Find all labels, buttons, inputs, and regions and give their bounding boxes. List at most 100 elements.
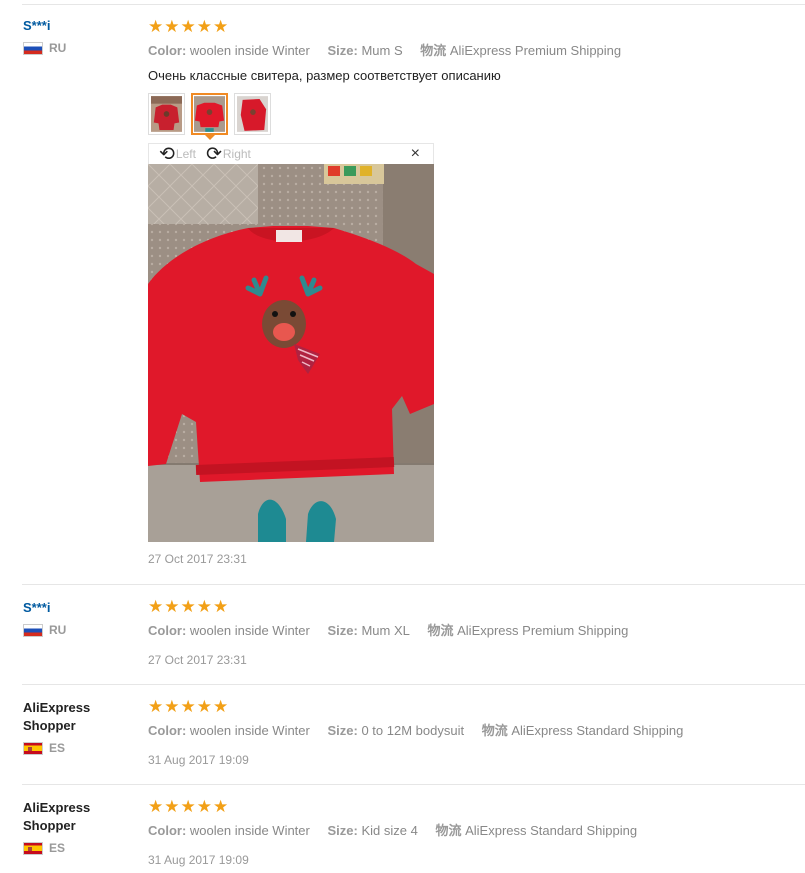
review-timestamp: 27 Oct 2017 23:31 [148, 552, 247, 566]
rotate-right-button[interactable]: ⟳ Right [206, 145, 251, 164]
active-indicator-icon [203, 134, 216, 140]
star-rating: ★ ★ ★ ★ ★ [148, 798, 798, 815]
color-value: woolen inside Winter [189, 723, 310, 738]
size-label: Size: [327, 43, 358, 58]
photo-thumbnail-active[interactable] [191, 93, 228, 140]
sweater-thumb-image [151, 96, 182, 132]
reviewer-country: RU [23, 623, 133, 637]
photo-viewer: ⟲ Left ⟳ Right × [148, 143, 434, 542]
star-icon: ★ [196, 697, 212, 716]
color-label: Color: [148, 723, 187, 738]
reviewer-name[interactable]: S***i [23, 17, 133, 35]
star-icon: ★ [180, 17, 196, 36]
color-label: Color: [148, 43, 187, 58]
rotate-right-label: Right [222, 147, 251, 161]
review-timestamp: 31 Aug 2017 19:09 [148, 853, 249, 867]
star-icon: ★ [148, 697, 164, 716]
rotate-left-icon: ⟲ [159, 143, 175, 165]
photo-thumbnails [148, 93, 271, 140]
shipping-value: AliExpress Premium Shipping [449, 43, 622, 58]
country-code: ES [49, 841, 66, 855]
reviewer-name: AliExpress Shopper [23, 800, 91, 833]
order-attributes: Color: woolen inside Winter Size: Mum S … [148, 40, 798, 59]
country-code: RU [49, 623, 67, 637]
reviewer-country: ES [23, 741, 133, 755]
rotate-right-icon: ⟳ [205, 143, 222, 165]
reviewer-info: AliExpress Shopper ES [23, 799, 133, 855]
review-photo [148, 164, 434, 542]
review-item: AliExpress Shopper ES ★ ★ ★ ★ ★ Color: w… [0, 785, 805, 873]
reviewer-info: S***i RU [23, 17, 133, 55]
review-text: Очень классные свитера, размер соответст… [148, 68, 501, 83]
star-icon: ★ [164, 697, 180, 716]
star-icon: ★ [148, 17, 164, 36]
rotate-left-label: Left [175, 147, 196, 161]
color-value: woolen inside Winter [189, 823, 310, 838]
reviewer-info: AliExpress Shopper ES [23, 699, 133, 755]
spain-flag-icon [23, 841, 43, 855]
star-rating: ★ ★ ★ ★ ★ [148, 18, 798, 35]
star-icon: ★ [213, 17, 229, 36]
star-icon: ★ [213, 797, 229, 816]
star-icon: ★ [148, 597, 164, 616]
star-icon: ★ [180, 597, 196, 616]
spain-flag-icon [23, 741, 43, 755]
review-timestamp: 31 Aug 2017 19:09 [148, 753, 249, 767]
sweater-photo-image [148, 164, 434, 542]
size-value: Mum XL [361, 623, 410, 638]
star-icon: ★ [196, 797, 212, 816]
sweater-thumb-image [237, 96, 268, 132]
order-attributes: Color: woolen inside Winter Size: Mum XL… [148, 620, 798, 639]
star-icon: ★ [180, 697, 196, 716]
sweater-thumb-image [194, 96, 225, 132]
star-icon: ★ [164, 597, 180, 616]
russia-flag-icon [23, 41, 43, 55]
size-value: 0 to 12M bodysuit [361, 723, 465, 738]
review-timestamp: 27 Oct 2017 23:31 [148, 653, 247, 667]
order-attributes: Color: woolen inside Winter Size: Kid si… [148, 820, 798, 839]
reviewer-name[interactable]: S***i [23, 599, 133, 617]
reviewer-name: AliExpress Shopper [23, 700, 91, 733]
size-label: Size: [327, 623, 358, 638]
russia-flag-icon [23, 623, 43, 637]
star-rating: ★ ★ ★ ★ ★ [148, 598, 798, 615]
logistics-label: 物流 [481, 723, 508, 738]
reviewer-country: ES [23, 841, 133, 855]
size-label: Size: [327, 723, 358, 738]
viewer-toolbar: ⟲ Left ⟳ Right × [148, 143, 434, 164]
logistics-label: 物流 [435, 823, 462, 838]
size-label: Size: [327, 823, 358, 838]
shipping-value: AliExpress Standard Shipping [465, 823, 638, 838]
star-icon: ★ [213, 597, 229, 616]
shipping-value: AliExpress Standard Shipping [511, 723, 684, 738]
color-label: Color: [148, 823, 187, 838]
size-value: Mum S [361, 43, 403, 58]
review-item: S***i RU ★ ★ ★ ★ ★ Color: woolen inside … [0, 0, 805, 585]
review-item: AliExpress Shopper ES ★ ★ ★ ★ ★ Color: w… [0, 685, 805, 785]
order-attributes: Color: woolen inside Winter Size: 0 to 1… [148, 720, 798, 739]
star-icon: ★ [196, 17, 212, 36]
photo-thumbnail[interactable] [234, 93, 271, 135]
star-rating: ★ ★ ★ ★ ★ [148, 698, 798, 715]
star-icon: ★ [164, 797, 180, 816]
logistics-label: 物流 [420, 43, 447, 58]
photo-thumbnail[interactable] [148, 93, 185, 135]
reviewer-info: S***i RU [23, 599, 133, 637]
star-icon: ★ [148, 797, 164, 816]
size-value: Kid size 4 [361, 823, 418, 838]
color-value: woolen inside Winter [189, 43, 310, 58]
reviewer-country: RU [23, 41, 133, 55]
color-value: woolen inside Winter [189, 623, 310, 638]
color-label: Color: [148, 623, 187, 638]
close-icon[interactable]: × [411, 146, 420, 162]
star-icon: ★ [164, 17, 180, 36]
star-icon: ★ [180, 797, 196, 816]
rotate-left-button[interactable]: ⟲ Left [159, 145, 196, 164]
logistics-label: 物流 [427, 623, 454, 638]
country-code: ES [49, 741, 66, 755]
feedback-list: S***i RU ★ ★ ★ ★ ★ Color: woolen inside … [0, 0, 805, 873]
country-code: RU [49, 41, 67, 55]
shipping-value: AliExpress Premium Shipping [457, 623, 629, 638]
star-icon: ★ [196, 597, 212, 616]
star-icon: ★ [213, 697, 229, 716]
